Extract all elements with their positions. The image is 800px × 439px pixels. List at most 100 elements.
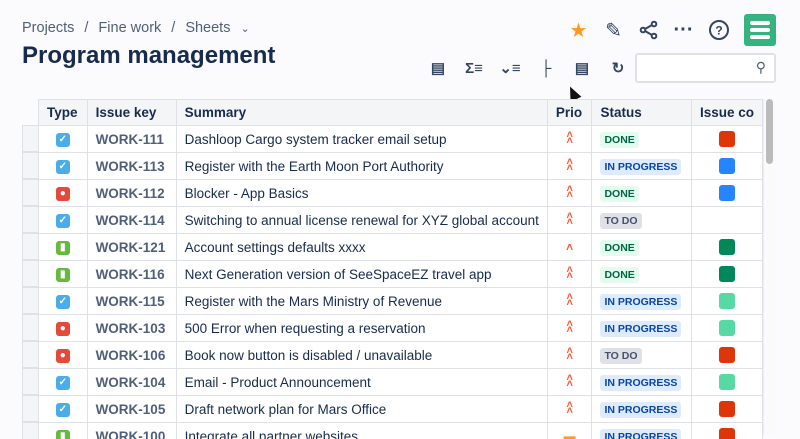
table-row[interactable]: ● WORK-103 500 Error when requesting a r… — [39, 315, 763, 342]
table-row[interactable]: ✓ WORK-113 Register with the Earth Moon … — [39, 153, 763, 180]
row-handle[interactable] — [22, 125, 38, 152]
status-badge[interactable]: DONE — [600, 267, 638, 283]
summary[interactable]: Blocker - App Basics — [176, 180, 547, 207]
summary[interactable]: Switching to annual license renewal for … — [176, 207, 547, 234]
issue-key[interactable]: WORK-106 — [87, 342, 176, 369]
priority-medium-icon: ▬ — [547, 423, 592, 439]
svg-text:?: ? — [715, 24, 722, 38]
bug-type-icon: ● — [56, 322, 70, 336]
summary[interactable]: Email - Product Announcement — [176, 369, 547, 396]
row-handle[interactable] — [22, 179, 38, 206]
row-handle[interactable] — [22, 422, 38, 439]
table-row[interactable]: ▮ WORK-121 Account settings defaults xxx… — [39, 234, 763, 261]
status-badge[interactable]: DONE — [600, 186, 638, 202]
summary[interactable]: Register with the Earth Moon Port Author… — [176, 153, 547, 180]
status-badge[interactable]: DONE — [600, 132, 638, 148]
issue-key[interactable]: WORK-114 — [87, 207, 176, 234]
issue-key[interactable]: WORK-115 — [87, 288, 176, 315]
app-logo[interactable] — [744, 14, 776, 46]
summary[interactable]: 500 Error when requesting a reservation — [176, 315, 547, 342]
star-icon[interactable]: ★ — [561, 14, 596, 46]
table-row[interactable]: ✓ WORK-111 Dashloop Cargo system tracker… — [39, 126, 763, 153]
status-badge[interactable]: TO DO — [600, 348, 641, 364]
scrollbar-thumb[interactable] — [766, 99, 773, 164]
task-type-icon: ✓ — [56, 403, 70, 417]
summary[interactable]: Register with the Mars Ministry of Reven… — [176, 288, 547, 315]
views-icon[interactable]: ▤ — [420, 56, 456, 80]
priority-high-icon: ˄ — [547, 234, 592, 261]
search-icon: ⚲ — [756, 59, 766, 76]
search-input[interactable]: ⚲ — [635, 53, 776, 83]
help-icon[interactable]: ? — [701, 14, 736, 46]
row-handle[interactable] — [22, 260, 38, 287]
share-icon[interactable] — [631, 14, 666, 46]
row-handle[interactable] — [22, 368, 38, 395]
row-handle[interactable] — [22, 287, 38, 314]
summary[interactable]: Next Generation version of SeeSpaceEZ tr… — [176, 261, 547, 288]
row-handle[interactable] — [22, 233, 38, 260]
issue-key[interactable]: WORK-121 — [87, 234, 176, 261]
paint-roller-icon[interactable]: ▤ — [564, 56, 600, 80]
row-handle[interactable] — [22, 314, 38, 341]
table-row[interactable]: ✓ WORK-115 Register with the Mars Minist… — [39, 288, 763, 315]
issue-key[interactable]: WORK-105 — [87, 396, 176, 423]
priority-highest-icon: ˄˄ — [547, 342, 592, 369]
status-badge[interactable]: IN PROGRESS — [600, 375, 681, 391]
row-handle[interactable] — [22, 341, 38, 368]
status-badge[interactable]: IN PROGRESS — [600, 402, 681, 418]
table-row[interactable]: ✓ WORK-104 Email - Product Announcement … — [39, 369, 763, 396]
scrollbar[interactable] — [763, 99, 775, 435]
table-row[interactable]: ✓ WORK-114 Switching to annual license r… — [39, 207, 763, 234]
separator: / — [84, 20, 88, 36]
issue-key[interactable]: WORK-100 — [87, 423, 176, 439]
table-row[interactable]: ● WORK-106 Book now button is disabled /… — [39, 342, 763, 369]
status-badge[interactable]: IN PROGRESS — [600, 321, 681, 337]
column-header-issue-color[interactable]: Issue co — [691, 100, 762, 126]
status-badge[interactable]: IN PROGRESS — [600, 429, 681, 439]
status-badge[interactable]: IN PROGRESS — [600, 159, 681, 175]
breadcrumb-projects[interactable]: Projects — [22, 20, 74, 36]
bug-type-icon: ● — [56, 187, 70, 201]
refresh-icon[interactable]: ↻ — [600, 56, 636, 80]
edit-icon[interactable]: ✎ — [596, 14, 631, 46]
status-badge[interactable]: DONE — [600, 240, 638, 256]
breadcrumb-project[interactable]: Fine work — [98, 20, 161, 36]
row-handle[interactable] — [22, 206, 38, 233]
summary[interactable]: Dashloop Cargo system tracker email setu… — [176, 126, 547, 153]
summary[interactable]: Draft network plan for Mars Office — [176, 396, 547, 423]
status-badge[interactable]: IN PROGRESS — [600, 294, 681, 310]
issue-key[interactable]: WORK-104 — [87, 369, 176, 396]
issue-key[interactable]: WORK-111 — [87, 126, 176, 153]
hierarchy-icon[interactable]: ├ — [528, 56, 564, 80]
table-row[interactable]: ✓ WORK-105 Draft network plan for Mars O… — [39, 396, 763, 423]
task-type-icon: ✓ — [56, 295, 70, 309]
row-handle[interactable] — [22, 152, 38, 179]
issue-color-swatch — [719, 158, 735, 174]
column-header-summary[interactable]: Summary — [176, 100, 547, 126]
breadcrumb: Projects/ Fine work/ Sheets⌄ — [22, 20, 250, 36]
status-badge[interactable]: TO DO — [600, 213, 641, 229]
checklist-icon[interactable]: ⌄≡ — [492, 56, 528, 80]
more-icon[interactable]: ··· — [666, 14, 701, 46]
issue-key[interactable]: WORK-113 — [87, 153, 176, 180]
issue-color-swatch — [719, 239, 735, 255]
summary[interactable]: Integrate all partner websites — [176, 423, 547, 439]
table-row[interactable]: ▮ WORK-100 Integrate all partner website… — [39, 423, 763, 439]
column-header-prio[interactable]: Prio — [547, 100, 592, 126]
sum-icon[interactable]: Σ≡ — [456, 56, 492, 80]
chevron-down-icon[interactable]: ⌄ — [240, 22, 249, 35]
issue-color-swatch — [719, 401, 735, 417]
column-header-status[interactable]: Status — [592, 100, 691, 126]
row-handle[interactable] — [22, 395, 38, 422]
breadcrumb-sheets[interactable]: Sheets — [185, 20, 230, 36]
column-header-issue-key[interactable]: Issue key — [87, 100, 176, 126]
table-row[interactable]: ▮ WORK-116 Next Generation version of Se… — [39, 261, 763, 288]
column-header-type[interactable]: Type — [39, 100, 88, 126]
table-row[interactable]: ● WORK-112 Blocker - App Basics ˄˄ DONE — [39, 180, 763, 207]
summary[interactable]: Book now button is disabled / unavailabl… — [176, 342, 547, 369]
issue-key[interactable]: WORK-112 — [87, 180, 176, 207]
summary[interactable]: Account settings defaults xxxx — [176, 234, 547, 261]
issue-key[interactable]: WORK-116 — [87, 261, 176, 288]
issue-key[interactable]: WORK-103 — [87, 315, 176, 342]
priority-highest-icon: ˄˄ — [547, 126, 592, 153]
